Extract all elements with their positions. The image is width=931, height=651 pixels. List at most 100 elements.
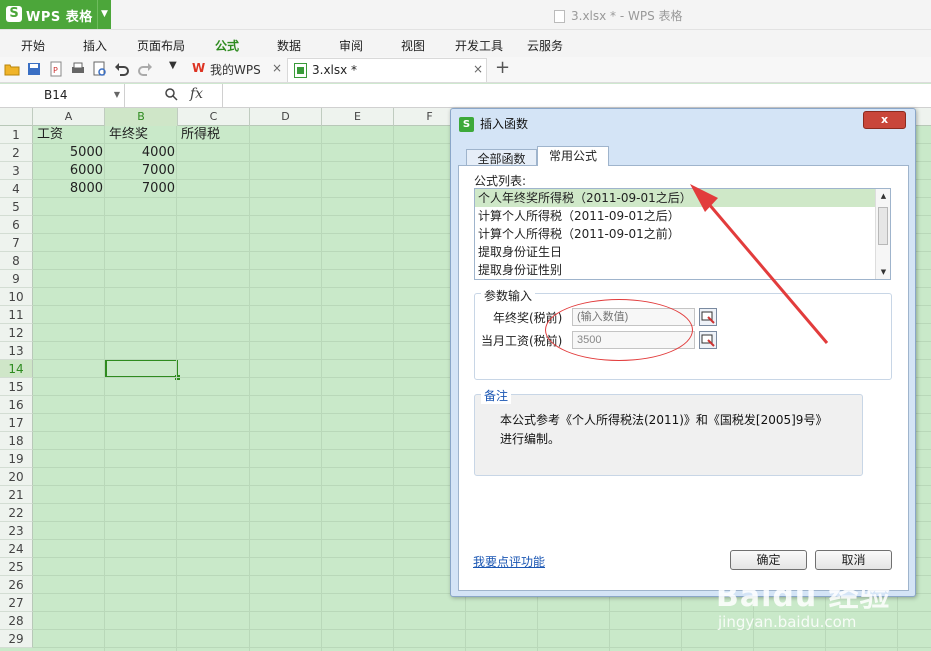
row-header-11[interactable]: 11 [0,306,33,324]
menu-item-formulas[interactable]: 公式 [215,37,239,54]
row-header-23[interactable]: 23 [0,522,33,540]
column-header-e[interactable]: E [322,108,394,126]
row-header-6[interactable]: 6 [0,216,33,234]
row-header-15[interactable]: 15 [0,378,33,396]
row-header-2[interactable]: 2 [0,144,33,162]
ok-button[interactable]: 确定 [730,550,807,570]
redo-icon[interactable] [137,61,153,77]
row-header-18[interactable]: 18 [0,432,33,450]
row-header-17[interactable]: 17 [0,414,33,432]
scroll-down-icon[interactable]: ▼ [876,265,890,279]
select-all-corner[interactable] [0,108,33,126]
list-item[interactable]: 提取身份证性别 [475,261,875,279]
cell-a2[interactable]: 5000 [33,144,103,162]
list-item[interactable]: 计算个人所得税（2011-09-01之前） [475,225,875,243]
row-header-9[interactable]: 9 [0,270,33,288]
close-tab-icon[interactable]: × [272,61,282,75]
cell-a1[interactable]: 工资 [37,126,63,144]
grid-line [321,126,322,651]
scroll-thumb[interactable] [878,207,888,245]
print-icon[interactable] [70,61,86,77]
cell-c1[interactable]: 所得税 [181,126,220,144]
wps-logo-icon: S [6,6,22,22]
wps-logo-icon: S [459,117,474,132]
menu-item-review[interactable]: 审阅 [339,37,363,54]
parameter-group-title: 参数输入 [481,287,536,304]
cell-b3[interactable]: 7000 [105,162,175,180]
close-file-tab-icon[interactable]: × [473,62,483,76]
tab-all-functions[interactable]: 全部函数 [466,149,537,166]
print-preview-icon[interactable] [92,61,108,77]
row-header-19[interactable]: 19 [0,450,33,468]
list-scrollbar[interactable]: ▲ ▼ [875,189,890,279]
dialog-title: S 插入函数 [459,115,528,132]
row-header-20[interactable]: 20 [0,468,33,486]
chevron-down-icon[interactable]: ▼ [97,0,111,29]
export-pdf-icon[interactable]: P [48,61,64,77]
scroll-up-icon[interactable]: ▲ [876,189,890,203]
menu-item-cloud[interactable]: 云服务 [527,37,563,54]
tab-file[interactable]: 3.xlsx * × [287,58,487,82]
menu-item-home[interactable]: 开始 [21,37,45,54]
row-header-25[interactable]: 25 [0,558,33,576]
row-header-29[interactable]: 29 [0,630,33,648]
open-folder-icon[interactable] [4,61,20,77]
cancel-button[interactable]: 取消 [815,550,892,570]
customize-toolbar-icon[interactable]: ▼ [169,60,177,71]
cell-b2[interactable]: 4000 [105,144,175,162]
chevron-down-icon[interactable]: ▼ [114,90,120,99]
menu-item-page-layout[interactable]: 页面布局 [137,37,185,54]
row-header-3[interactable]: 3 [0,162,33,180]
row-header-1[interactable]: 1 [0,126,33,144]
row-header-4[interactable]: 4 [0,180,33,198]
row-header-14[interactable]: 14 [0,360,33,378]
active-cell-b14[interactable] [105,359,180,380]
menu-item-developer[interactable]: 开发工具 [455,37,503,54]
row-header-21[interactable]: 21 [0,486,33,504]
save-icon[interactable] [26,61,42,77]
column-header-b[interactable]: B [105,108,178,126]
column-header-c[interactable]: C [178,108,250,126]
column-header-d[interactable]: D [250,108,322,126]
row-header-7[interactable]: 7 [0,234,33,252]
row-header-16[interactable]: 16 [0,396,33,414]
cell-reference-button[interactable] [699,308,717,326]
menu-item-view[interactable]: 视图 [401,37,425,54]
cell-b1[interactable]: 年终奖 [109,126,148,144]
row-header-27[interactable]: 27 [0,594,33,612]
menu-item-insert[interactable]: 插入 [83,37,107,54]
row-header-10[interactable]: 10 [0,288,33,306]
cell-reference: B14 [44,88,68,102]
note-title: 备注 [481,387,512,404]
cell-a4[interactable]: 8000 [33,180,103,198]
cell-a3[interactable]: 6000 [33,162,103,180]
row-header-22[interactable]: 22 [0,504,33,522]
tab-my-wps[interactable]: 我的WPS [210,61,261,78]
row-header-26[interactable]: 26 [0,576,33,594]
title-bar: S WPS 表格 ▼ 3.xlsx * - WPS 表格 [0,0,931,30]
column-header-a[interactable]: A [33,108,105,126]
undo-icon[interactable] [114,61,130,77]
list-item[interactable]: 计算个人所得税（2011-09-01之后） [475,207,875,225]
app-menu-button[interactable]: S WPS 表格 ▼ [0,0,111,29]
search-icon[interactable] [164,87,178,101]
name-box[interactable]: B14 ▼ [0,84,125,107]
row-header-5[interactable]: 5 [0,198,33,216]
cell-b4[interactable]: 7000 [105,180,175,198]
insert-function-icon[interactable]: fx [190,86,203,102]
close-button[interactable]: x [863,111,906,129]
tab-common-formulas[interactable]: 常用公式 [537,146,609,166]
feedback-link[interactable]: 我要点评功能 [473,553,545,570]
row-header-8[interactable]: 8 [0,252,33,270]
menu-item-data[interactable]: 数据 [277,37,301,54]
new-tab-icon[interactable]: + [495,57,510,78]
row-header-24[interactable]: 24 [0,540,33,558]
row-header-13[interactable]: 13 [0,342,33,360]
formula-list[interactable]: 个人年终奖所得税（2011-09-01之后） 计算个人所得税（2011-09-0… [474,188,891,280]
row-header-28[interactable]: 28 [0,612,33,630]
list-item[interactable]: 个人年终奖所得税（2011-09-01之后） [475,189,875,207]
cell-reference-button[interactable] [699,331,717,349]
row-header-12[interactable]: 12 [0,324,33,342]
list-item[interactable]: 提取身份证生日 [475,243,875,261]
note-line-2: 进行编制。 [500,432,561,446]
